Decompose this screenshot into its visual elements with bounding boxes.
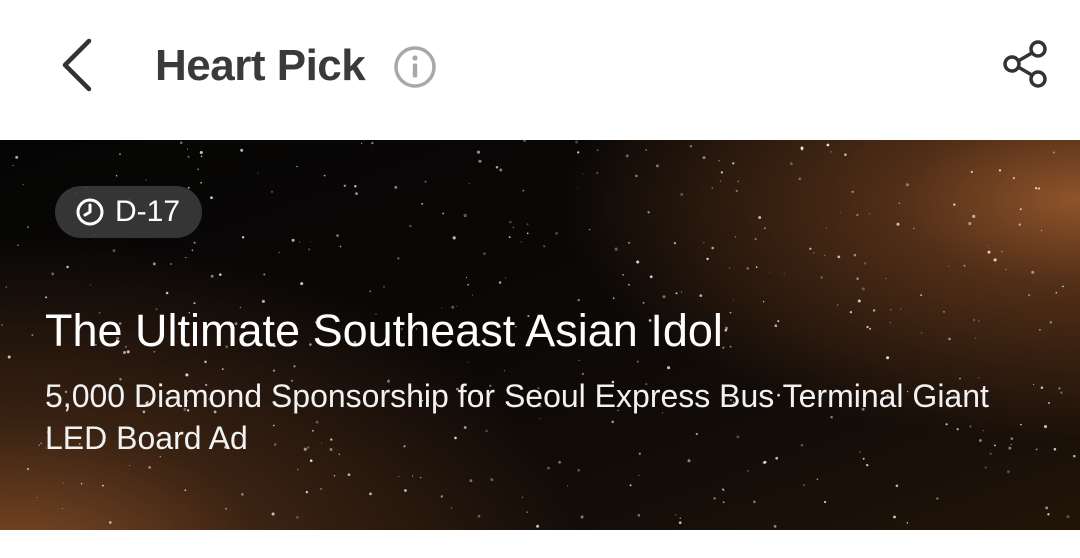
share-button[interactable] <box>998 36 1054 92</box>
event-title: The Ultimate Southeast Asian Idol <box>45 305 723 356</box>
dday-label: D-17 <box>115 195 181 228</box>
clock-icon <box>76 198 104 226</box>
back-button[interactable] <box>52 30 112 98</box>
share-icon <box>1003 40 1047 88</box>
event-banner[interactable]: D-17 The Ultimate Southeast Asian Idol 5… <box>0 140 1080 530</box>
info-button[interactable] <box>392 44 438 90</box>
page-title: Heart Pick <box>155 41 366 90</box>
chevron-left-icon <box>62 38 92 92</box>
content-separator <box>0 530 1080 558</box>
dday-badge: D-17 <box>55 186 203 238</box>
heart-pick-screen: Heart Pick D-17 The Ultimate Southeast A… <box>0 0 1080 558</box>
event-subtitle: 5,000 Diamond Sponsorship for Seoul Expr… <box>45 378 989 456</box>
info-circle-icon <box>394 46 436 88</box>
top-app-bar: Heart Pick <box>0 0 1080 140</box>
